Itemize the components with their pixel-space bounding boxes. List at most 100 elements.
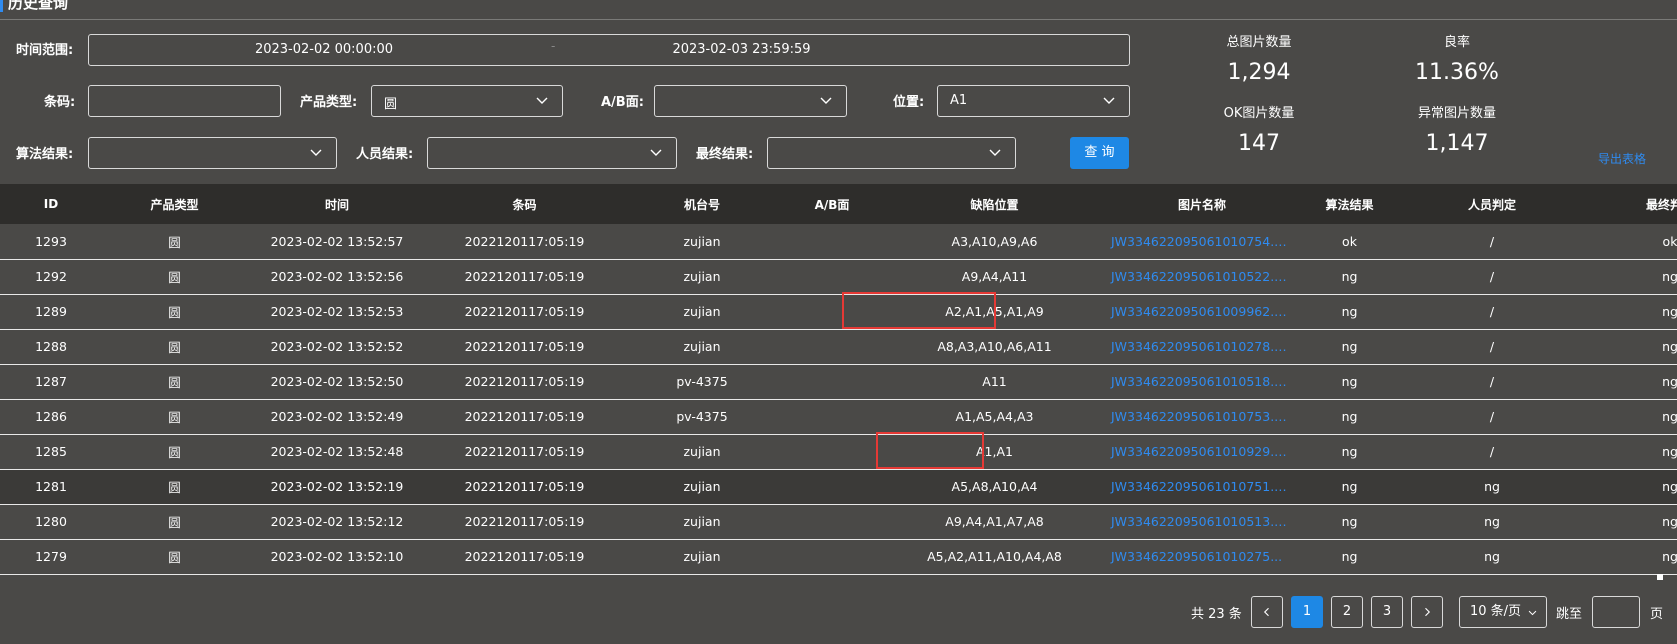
pagination-next-button[interactable]	[1411, 596, 1443, 628]
algo-result-select[interactable]	[88, 137, 337, 169]
table-cell: 2023-02-02 13:52:56	[270, 269, 404, 284]
chevron-left-icon	[1263, 607, 1269, 617]
time-range-end[interactable]: 2023-02-03 23:59:59	[559, 42, 924, 57]
image-name-link[interactable]: JW334622095061009962.j...	[1107, 294, 1297, 329]
chevron-down-icon	[650, 149, 662, 156]
pagination-prev-button[interactable]	[1251, 596, 1283, 628]
yield-label: 良率	[1443, 35, 1470, 50]
pagination-page-1[interactable]: 1	[1291, 596, 1323, 628]
image-name-link[interactable]: JW334622095061010275...	[1107, 539, 1297, 574]
table-cell: ng	[1662, 549, 1677, 564]
barcode-input-box[interactable]	[88, 85, 281, 117]
table-row[interactable]: 1292 圆 2023-02-02 13:52:56 2022120117:05:19…	[0, 259, 1677, 294]
table-cell: 2022120117:05:19	[464, 339, 585, 354]
table-cell: ng	[1662, 339, 1677, 354]
highlight-box	[876, 432, 984, 469]
table-cell: A9,A4,A1,A7,A8	[945, 514, 1044, 529]
query-button[interactable]: 查 询	[1070, 137, 1129, 169]
table-cell: /	[1489, 304, 1495, 319]
ab-side-label: A/B面:	[601, 95, 644, 110]
table-row[interactable]: 1286 圆 2023-02-02 13:52:49 2022120117:05:19…	[0, 399, 1677, 434]
table-cell: 2022120117:05:19	[464, 444, 585, 459]
total-images-label: 总图片数量	[1226, 35, 1292, 50]
table-resize-handle[interactable]	[1657, 574, 1663, 580]
column-header: ID	[43, 197, 59, 211]
table-cell: zujian	[683, 269, 721, 284]
table-cell: 圆	[168, 410, 181, 425]
image-name-link[interactable]: JW334622095061010518.j...	[1107, 364, 1297, 399]
image-name-link[interactable]: JW33462209506101075​4.j...	[1107, 224, 1297, 259]
table-row[interactable]: 1293 圆 2023-02-02 13:52:57 2022120117:05:19…	[0, 224, 1677, 259]
table-cell: /	[1489, 374, 1495, 389]
barcode-label: 条码:	[44, 95, 76, 110]
table-row[interactable]: 1285 圆 2023-02-02 13:52:48 2022120117:05:19…	[0, 434, 1677, 469]
table-cell: 圆	[168, 445, 181, 460]
staff-result-select[interactable]	[427, 137, 677, 169]
table-cell: /	[1489, 269, 1495, 284]
table-cell: 圆	[168, 480, 181, 495]
title-bar: 历史查询	[0, 0, 1677, 20]
table-cell: A3,A10,A9,A6	[951, 233, 1038, 249]
table-cell: 2023-02-02 13:52:19	[270, 479, 404, 494]
table-cell: zujian	[683, 514, 721, 529]
image-name-link[interactable]: JW334622095061010929.j...	[1107, 434, 1297, 469]
algo-result-label: 算法结果:	[16, 147, 74, 162]
table-cell	[782, 434, 882, 469]
jump-to-input[interactable]	[1592, 596, 1640, 628]
table-cell: zujian	[683, 479, 721, 494]
table-cell: 圆	[168, 270, 181, 285]
table-cell: ng	[1341, 269, 1358, 284]
table-cell: ng	[1662, 269, 1677, 284]
table-cell: zujian	[683, 549, 721, 564]
table-cell	[782, 364, 882, 399]
image-name-link[interactable]: JW334622095061010751.j...	[1107, 469, 1297, 504]
table-cell: ng	[1662, 479, 1677, 494]
table-cell: 1292	[35, 269, 67, 284]
table-cell: 2023-02-02 13:52:48	[270, 444, 404, 459]
column-header: 条码	[512, 197, 537, 212]
table-cell: 2023-02-02 13:52:57	[270, 233, 404, 249]
table-cell: ng	[1662, 409, 1677, 424]
final-result-label: 最终结果:	[696, 147, 754, 162]
ab-side-select[interactable]	[654, 85, 847, 117]
table-cell: 1285	[35, 444, 67, 459]
table-cell: 1286	[35, 409, 67, 424]
table-cell: ng	[1662, 374, 1677, 389]
history-table: ID 产品类型 时间 条码 机台号 A/B面 缺陷位置 图片名称 算法结果 人员判定 最终判定 12…	[0, 184, 1677, 575]
table-cell: /	[1489, 233, 1495, 249]
table-cell: ng	[1484, 549, 1500, 564]
final-result-select[interactable]	[767, 137, 1016, 169]
time-range-start[interactable]: 2023-02-02 00:00:00	[89, 42, 559, 57]
table-cell: 圆	[168, 340, 181, 355]
column-header: 产品类型	[150, 197, 199, 212]
table-cell: 2023-02-02 13:52:49	[270, 409, 404, 424]
page-size-select[interactable]: 10 条/页	[1459, 596, 1547, 628]
image-name-link[interactable]: JW334622095061010278.j...	[1107, 329, 1297, 364]
pagination-total: 共 23 条	[1191, 607, 1242, 622]
table-cell: ng	[1341, 374, 1358, 389]
chevron-down-icon	[310, 149, 322, 156]
chevron-down-icon	[820, 97, 832, 104]
table-row[interactable]: 1279 圆 2023-02-02 13:52:10 2022120117:05:19…	[0, 539, 1677, 574]
table-cell: 1289	[35, 304, 67, 319]
table-cell: 圆	[168, 234, 181, 250]
table-cell: 2022120117:05:19	[464, 479, 585, 494]
table-row[interactable]: 1289 圆 2023-02-02 13:52:53 2022120117:05:19…	[0, 294, 1677, 329]
image-name-link[interactable]: JW334622095061010522.j...	[1107, 259, 1297, 294]
image-name-link[interactable]: JW334622095061010753.j...	[1107, 399, 1297, 434]
table-row[interactable]: 1281 圆 2023-02-02 13:52:19 2022120117:05:19…	[0, 469, 1677, 504]
table-cell: ng	[1341, 444, 1358, 459]
position-select[interactable]: A1	[937, 85, 1130, 117]
pagination-page-3[interactable]: 3	[1371, 596, 1403, 628]
table-cell: 圆	[168, 305, 181, 320]
image-name-link[interactable]: JW334622095061010513.j...	[1107, 504, 1297, 539]
time-range-picker[interactable]: 2023-02-02 00:00:00 - 2023-02-03 23:59:5…	[88, 34, 1130, 66]
pagination-page-2[interactable]: 2	[1331, 596, 1363, 628]
table-row[interactable]: 1280 圆 2023-02-02 13:52:12 2022120117:05:19…	[0, 504, 1677, 539]
table-row[interactable]: 1287 圆 2023-02-02 13:52:50 2022120117:05:19…	[0, 364, 1677, 399]
export-table-link[interactable]: 导出表格	[1598, 150, 1646, 167]
column-header: A/B面	[814, 197, 850, 212]
table-row[interactable]: 1288 圆 2023-02-02 13:52:52 2022120117:05:19…	[0, 329, 1677, 364]
barcode-input[interactable]	[89, 86, 280, 116]
product-type-select[interactable]: 圆	[371, 85, 563, 117]
